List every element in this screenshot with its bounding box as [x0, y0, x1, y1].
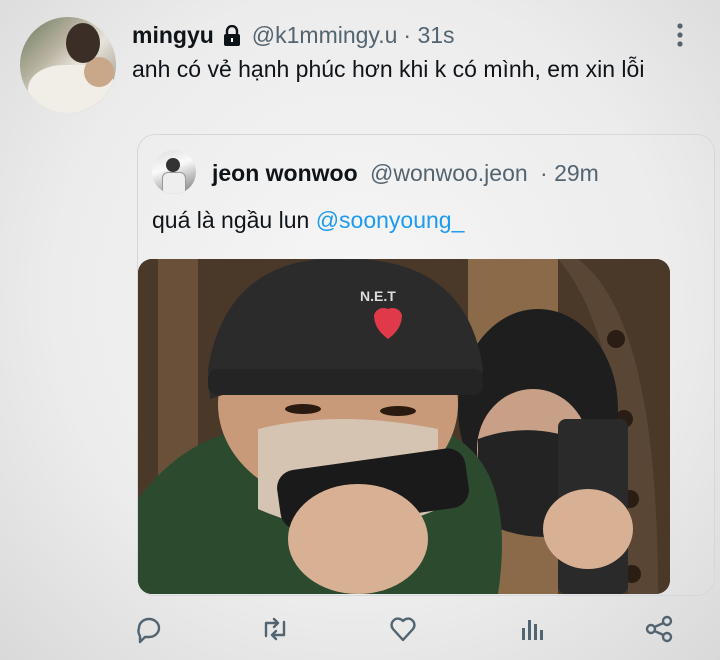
- timestamp[interactable]: · 31s: [403, 22, 454, 49]
- tweet-text: anh có vẻ hạnh phúc hơn khi k có mình, e…: [132, 56, 645, 82]
- reply-icon[interactable]: [134, 614, 164, 644]
- quoted-tweet-card[interactable]: jeon wonwoo @wonwoo.jeon · 29m quá là ng…: [137, 134, 715, 596]
- share-icon[interactable]: [644, 614, 674, 644]
- mention-link[interactable]: @soonyoung_: [316, 207, 465, 233]
- quoted-timestamp: · 29m: [540, 160, 599, 186]
- photo-illustration: N.E.T: [138, 259, 670, 594]
- display-name[interactable]: mingyu: [132, 22, 214, 49]
- quoted-handle[interactable]: @wonwoo.jeon: [370, 160, 528, 186]
- views-icon[interactable]: [518, 614, 548, 644]
- like-icon[interactable]: [388, 614, 418, 644]
- tweet-action-bar: [0, 600, 720, 660]
- more-options-icon[interactable]: [672, 22, 688, 48]
- lock-icon: [223, 24, 240, 46]
- tweet-header: mingyu @k1mmingy.u · 31s: [132, 22, 455, 49]
- quoted-photo[interactable]: N.E.T: [138, 259, 670, 594]
- quoted-author-avatar[interactable]: [152, 150, 196, 194]
- quoted-tweet-header: jeon wonwoo @wonwoo.jeon · 29m: [212, 160, 599, 187]
- quoted-display-name[interactable]: jeon wonwoo: [212, 160, 358, 186]
- quoted-tweet-text: quá là ngầu lun @soonyoung_: [152, 207, 464, 234]
- quoted-text-body: quá là ngầu lun: [152, 207, 310, 233]
- retweet-icon[interactable]: [260, 614, 290, 644]
- handle[interactable]: @k1mmingy.u: [252, 22, 398, 49]
- svg-text:N.E.T: N.E.T: [360, 288, 396, 304]
- tweet-author-avatar[interactable]: [20, 17, 116, 113]
